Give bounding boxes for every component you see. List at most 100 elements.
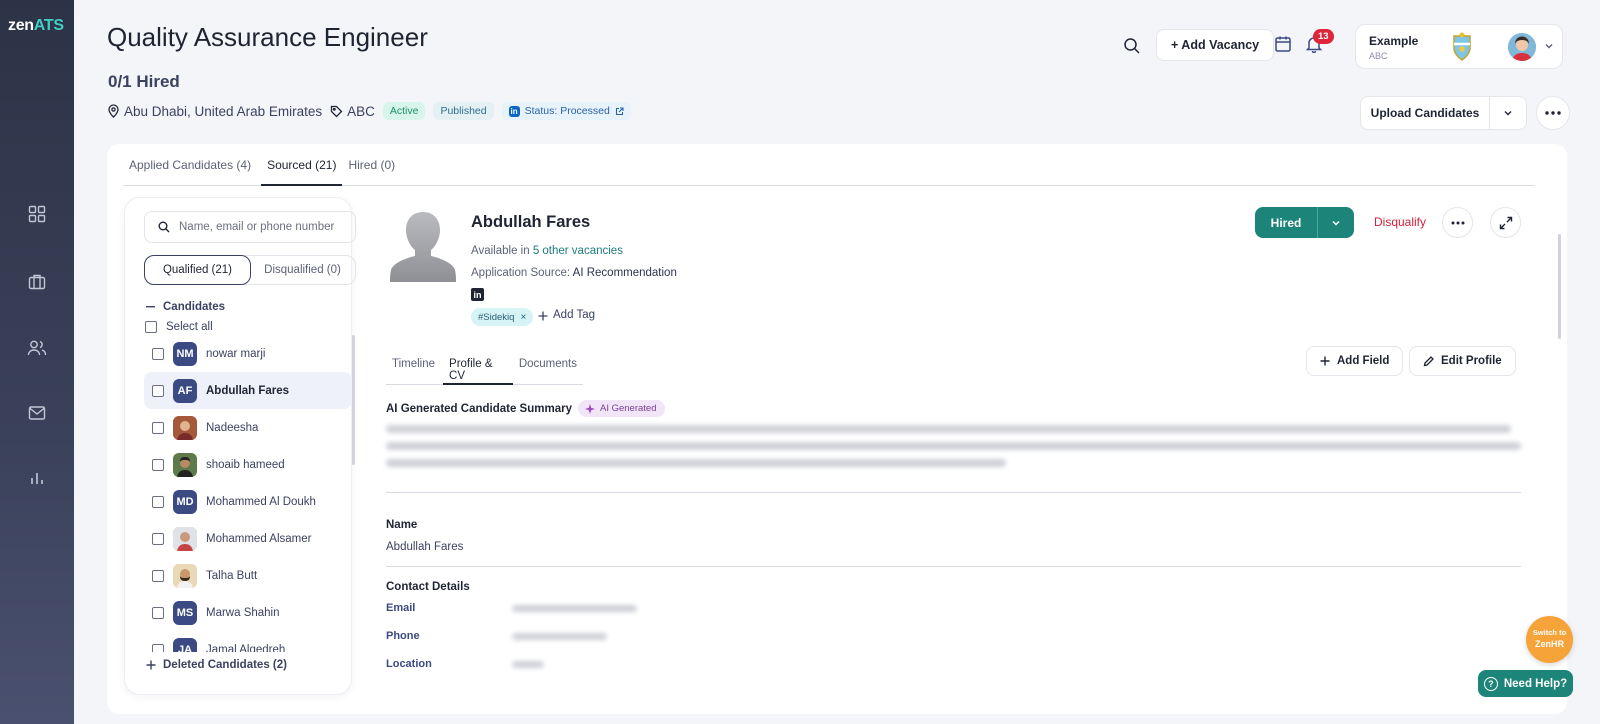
ai-generated-badge: AI Generated [577,400,665,417]
row-checkbox[interactable] [152,458,164,471]
expand-button[interactable] [1490,207,1521,238]
row-checkbox[interactable] [152,347,164,360]
dashboard-icon[interactable] [27,204,47,224]
candidate-name: Talha Butt [206,569,258,582]
tag-text: ABC [347,103,375,119]
divider [386,492,1521,493]
qualified-toggle[interactable]: Qualified (21) [144,255,251,285]
list-item[interactable]: JA Jamal Alqedreh [144,631,352,652]
switch-to-zenhr-button[interactable]: Switch to ZenHR [1526,616,1573,663]
vacancy-tag: ABC [330,104,375,119]
candidate-name: Mohammed Al Doukh [206,495,316,508]
list-item[interactable]: NM nowar marji [144,335,352,372]
row-checkbox[interactable] [152,495,164,508]
location: Abu Dhabi, United Arab Emirates [107,104,322,119]
add-tag-label: Add Tag [553,309,595,321]
linkedin-icon[interactable]: in [471,288,484,301]
row-checkbox[interactable] [152,606,164,619]
linkedin-status-badge[interactable]: in Status: Processed [501,102,631,120]
search-icon[interactable] [1123,37,1141,60]
vacancy-more-button[interactable] [1536,96,1570,130]
avatar [173,526,197,551]
chevron-down-icon [1504,111,1512,116]
more-dots-icon [1545,111,1561,115]
account-switcher[interactable]: Example ABC [1355,24,1563,69]
disqualified-toggle[interactable]: Disqualified (0) [250,256,355,284]
candidate-more-button[interactable] [1442,207,1473,238]
disqualify-button[interactable]: Disqualify [1374,215,1426,229]
email-label: Email [386,602,416,614]
analytics-icon[interactable] [27,468,47,488]
list-item[interactable]: MD Mohammed Al Doukh [144,483,352,520]
row-checkbox[interactable] [152,384,164,397]
stage-dropdown[interactable] [1318,207,1354,238]
briefcase-icon[interactable] [27,272,47,292]
tab-timeline[interactable]: Timeline [386,347,441,385]
ai-summary-title: AI Generated Candidate Summary [386,402,572,415]
ai-badge-label: AI Generated [599,403,657,414]
location-value-redacted [512,661,544,668]
plus-icon [538,311,548,321]
pencil-icon [1423,355,1434,366]
users-icon[interactable] [27,338,47,358]
row-checkbox[interactable] [152,421,164,434]
availability-prefix: Available in [471,245,533,257]
select-all-checkbox[interactable] [145,321,157,333]
plus-icon [1320,356,1330,366]
candidate-tag: #Sidekiq × [471,308,534,326]
add-tag-button[interactable]: Add Tag [538,309,595,321]
sparkle-icon [584,403,595,414]
list-item[interactable]: Nadeesha [144,409,352,446]
linkedin-icon: in [508,105,520,117]
candidate-name: Marwa Shahin [206,606,280,619]
tab-applied[interactable]: Applied Candidates (4) [123,144,257,186]
upload-options-dropdown[interactable] [1490,97,1526,129]
status-badge-active: Active [382,102,426,120]
list-item[interactable]: Mohammed Alsamer [144,520,352,557]
tab-documents[interactable]: Documents [513,347,583,385]
external-link-icon [615,106,624,115]
avatar [173,563,197,588]
remove-tag-icon[interactable]: × [520,312,526,323]
edit-profile-button[interactable]: Edit Profile [1409,346,1516,376]
tab-hired[interactable]: Hired (0) [342,144,401,186]
other-vacancies-link[interactable]: 5 other vacancies [533,245,623,257]
more-dots-icon [1451,221,1464,224]
list-item[interactable]: shoaib hameed [144,446,352,483]
vacancy-meta: Abu Dhabi, United Arab Emirates ABC Acti… [107,102,631,120]
candidate-search-input[interactable] [179,221,339,233]
detail-scrollbar[interactable] [1558,234,1561,339]
add-field-label: Add Field [1337,355,1390,367]
deleted-candidates-toggle[interactable]: Deleted Candidates (2) [146,659,287,671]
candidate-name: shoaib hameed [206,458,285,471]
switch-line1: Switch to [1532,628,1567,638]
list-item[interactable]: AF Abdullah Fares [144,372,352,409]
contact-section-label: Contact Details [386,581,470,593]
row-checkbox[interactable] [152,643,164,652]
profile-placeholder-icon [390,212,456,282]
tab-profile-cv[interactable]: Profile & CV [443,347,513,385]
tab-sourced[interactable]: Sourced (21) [261,144,343,186]
hired-stage-button[interactable]: Hired [1255,207,1318,238]
list-scrollbar[interactable] [352,335,355,465]
need-help-button[interactable]: ? Need Help? [1478,670,1573,697]
row-checkbox[interactable] [152,532,164,545]
candidate-list-panel: Qualified (21) Disqualified (0) Candidat… [124,197,356,695]
upload-candidates-button[interactable]: Upload Candidates [1361,97,1490,129]
deleted-candidates-label: Deleted Candidates (2) [163,659,287,671]
mail-icon[interactable] [27,403,47,423]
add-field-button[interactable]: Add Field [1306,346,1404,376]
list-item[interactable]: MS Marwa Shahin [144,594,352,631]
availability: Available in 5 other vacancies [471,245,623,257]
calendar-icon[interactable] [1274,35,1292,58]
list-item[interactable]: Talha Butt [144,557,352,594]
name-section-label: Name [386,519,418,531]
row-checkbox[interactable] [152,569,164,582]
candidates-section-toggle[interactable]: Candidates [146,301,225,313]
add-vacancy-button[interactable]: + Add Vacancy [1156,29,1275,61]
zenats-logo[interactable]: zenATS [8,17,64,35]
select-all-label: Select all [166,321,213,333]
avatar: AF [173,378,197,403]
candidate-name-heading: Abdullah Fares [471,213,591,231]
chevron-down-icon [1545,44,1553,49]
